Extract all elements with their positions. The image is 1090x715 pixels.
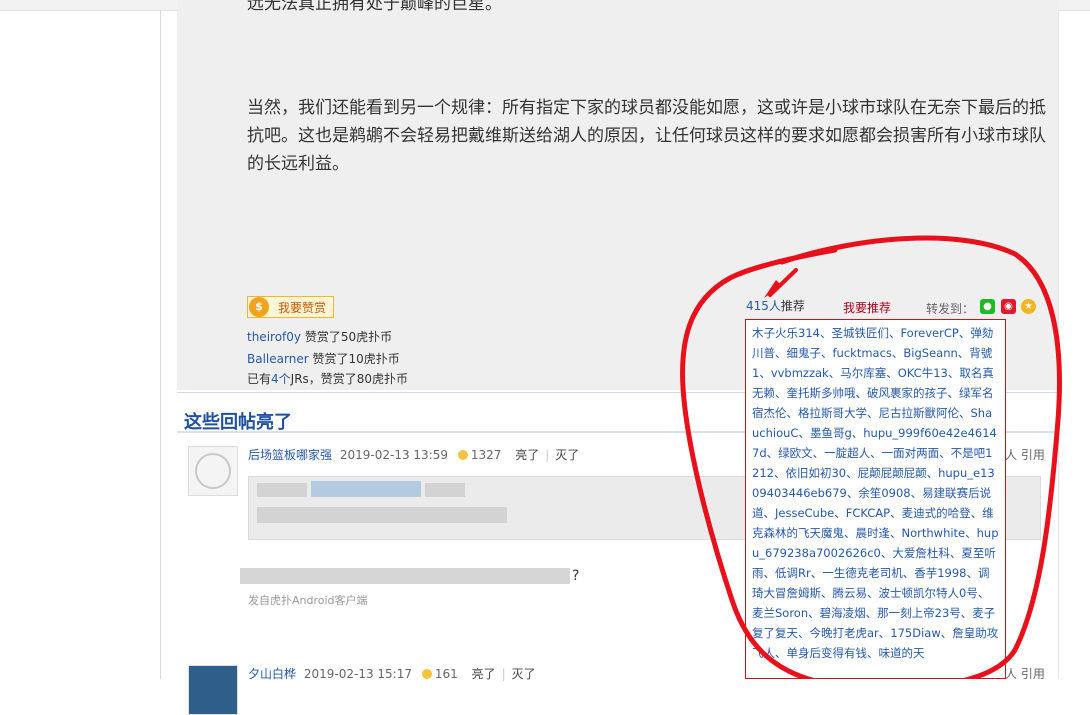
blurred-text [425,483,465,497]
reward-count-link[interactable]: 4个 [271,372,291,386]
reply-quote-partial[interactable]: 人 引用 [1005,665,1045,682]
article-paragraph: 当然，我们还能看到另一个规律：所有指定下家的球员都没能如愿，这或许是小球市球队在… [247,98,1046,174]
client-tag: 发自虎扑Android客户端 [248,594,368,607]
light-bulb-icon [421,669,432,679]
light-count: 1327 [470,448,502,462]
reply-quote-partial[interactable]: 人 引用 [1005,446,1045,463]
reward-summary: 已有4个JRs，赞赏了80虎扑币 [247,370,408,387]
light-button[interactable]: 亮了 [515,448,539,462]
article-clipped-line: 远无法真正拥有处于巅峰的巨星。 [247,0,502,14]
blurred-text [257,483,307,497]
reward-record: theirof0y 赞赏了50虎扑币 [247,328,392,345]
recommend-count-suffix: 推荐 [780,299,805,313]
blurred-text [257,507,507,523]
weibo-icon[interactable]: ◉ [1001,299,1016,314]
reward-amount: 赞赏了50虎扑币 [301,330,393,344]
reward-summary-prefix: 已有 [247,372,272,386]
left-divider [160,10,161,679]
wechat-icon[interactable]: ● [980,299,995,314]
avatar[interactable] [188,446,238,496]
share-label: 转发到： [926,302,975,316]
reply-username[interactable]: 后场篮板哪家强 [248,448,332,462]
light-bulb-icon [457,450,468,460]
recommend-button[interactable]: 我要推荐 [843,299,891,316]
dark-button[interactable]: 灭了 [555,448,579,462]
coin-icon: $ [249,297,269,317]
reward-record: Ballearner 赞赏了10虎扑币 [247,350,400,367]
recommenders-list[interactable]: 木子火乐314、圣城铁匠们、ForeverCP、弹劾川普、细鬼子、fucktma… [752,323,999,663]
reply-time: 2019-02-13 13:59 [339,448,448,462]
reward-button-label: 我要赞赏 [278,300,327,315]
avatar[interactable] [188,665,238,715]
recommenders-popup: 木子火乐314、圣城铁匠们、ForeverCP、弹劾川普、细鬼子、fucktma… [745,319,1006,679]
reward-summary-suffix: JRs，赞赏了80虎扑币 [290,372,409,386]
right-divider [1058,10,1059,679]
blurred-text [311,481,421,497]
reward-user-link[interactable]: theirof0y [247,330,301,344]
qzone-icon[interactable]: ★ [1021,299,1036,314]
reply-text-tail: ? [572,568,580,584]
blurred-text [240,568,570,584]
reward-amount: 赞赏了10虎扑币 [308,352,400,366]
default-avatar-icon [195,453,231,489]
reward-user-link[interactable]: Ballearner [247,352,309,366]
recommend-count-number[interactable]: 415人 [746,299,781,313]
recommend-count[interactable]: 415人推荐 [746,297,805,314]
reply-meta: 后场篮板哪家强 2019-02-13 13:59 1327 亮了 | 灭了 [248,448,580,462]
reply-meta: 夕山白桦 2019-02-13 15:17 161 亮了 | 灭了 [248,667,536,681]
reward-button[interactable]: $ 我要赞赏 [247,296,334,318]
